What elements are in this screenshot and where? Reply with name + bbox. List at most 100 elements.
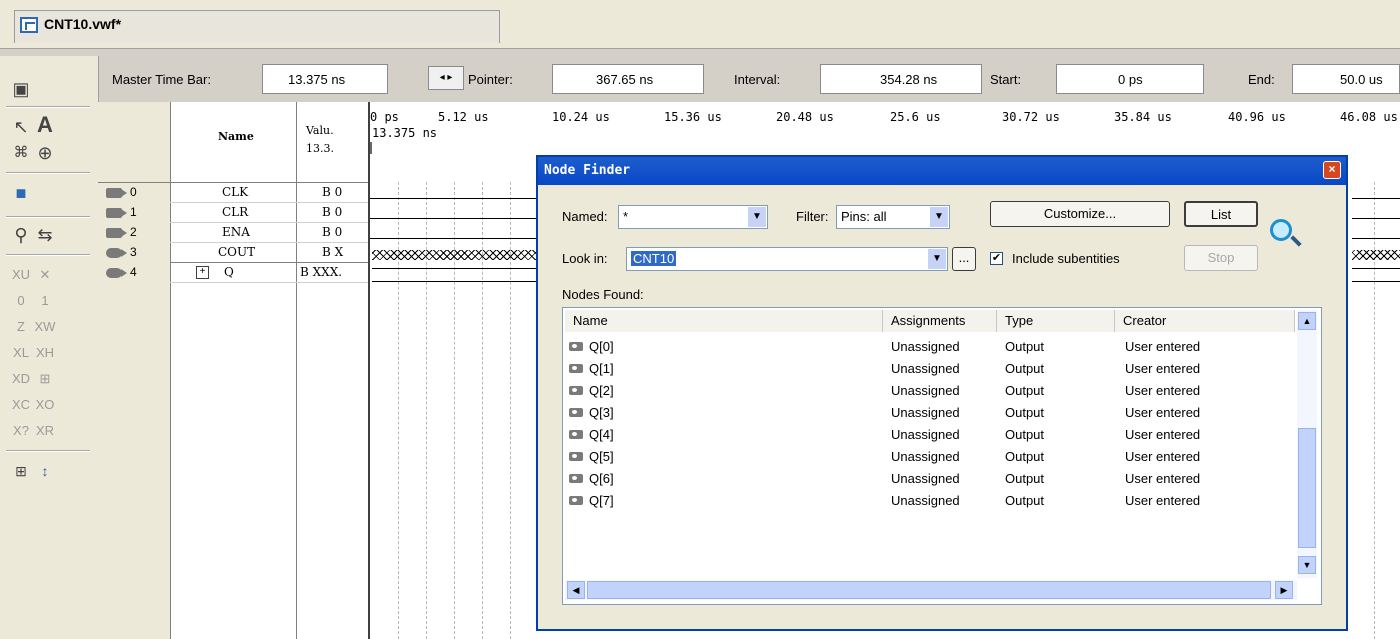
ena-waveform-right <box>1352 238 1400 239</box>
clock-value-icon: XO <box>35 397 55 412</box>
column-header-type[interactable]: Type <box>997 310 1115 332</box>
output-pin-icon <box>569 474 583 483</box>
customize-button[interactable]: Customize... <box>990 201 1170 227</box>
expand-bus-icon[interactable]: + <box>196 266 209 279</box>
time-tick: 25.6 us <box>890 110 941 124</box>
pointer-label: Pointer: <box>468 72 513 87</box>
column-header-assignments[interactable]: Assignments <box>883 310 997 332</box>
output-pin-icon <box>569 408 583 417</box>
time-tick: 0 ps <box>370 110 399 124</box>
end-label: End: <box>1248 72 1275 87</box>
node-row[interactable]: Q[4] Unassigned Output User entered <box>563 424 1295 446</box>
look-in-label: Look in: <box>562 251 608 266</box>
high-impedance-icon: Z <box>17 319 25 334</box>
list-button[interactable]: List <box>1184 201 1258 227</box>
sort-icon[interactable]: ↕ <box>34 460 56 482</box>
node-value: B 0 <box>322 225 343 239</box>
find-icon[interactable]: ⚲ <box>10 224 32 246</box>
vertical-scroll-thumb[interactable] <box>1298 428 1316 548</box>
time-tick: 35.84 us <box>1114 110 1172 124</box>
filter-combo[interactable]: Pins: all ▼ <box>836 205 950 229</box>
input-pin-icon <box>106 208 127 218</box>
waveform-edit-icon[interactable]: ⌘ <box>10 142 32 164</box>
node-name[interactable]: COUT <box>218 245 255 259</box>
random-value-icon: XR <box>35 423 55 438</box>
node-name[interactable]: CLK <box>222 185 248 199</box>
node-value: B 0 <box>322 185 343 199</box>
time-tick: 5.12 us <box>438 110 489 124</box>
forcing-low-icon: 0 <box>17 293 25 308</box>
weak-low-icon: XL <box>13 345 29 360</box>
cout-waveform <box>372 250 536 260</box>
stop-button: Stop <box>1184 245 1258 271</box>
chevron-down-icon[interactable]: ▼ <box>748 207 766 227</box>
close-icon[interactable]: × <box>1323 161 1341 179</box>
q-bus-waveform <box>372 268 536 282</box>
selection-tool-icon[interactable]: ↖ <box>10 116 32 138</box>
include-subentities-checkbox[interactable]: ✔ <box>990 252 1003 265</box>
search-icon-handle <box>1290 235 1302 247</box>
node-name[interactable]: ENA <box>222 225 250 239</box>
browse-button[interactable]: ... <box>952 247 976 271</box>
replace-icon[interactable]: ⇆ <box>34 224 56 246</box>
waveform-toolbar: ▣ ↖ A ⌘ ⊕ ■ ⚲ ⇆ XU ✕ 0 1 Z XW XL XH XD ⊞… <box>0 56 99 639</box>
chevron-down-icon[interactable]: ▼ <box>930 207 948 227</box>
clr-waveform-right <box>1352 218 1400 219</box>
nodes-found-list[interactable]: Name Assignments Type Creator Q[0] Unassi… <box>562 307 1322 605</box>
node-value: B X <box>322 245 344 259</box>
fullscreen-icon[interactable]: ■ <box>10 182 32 204</box>
nodes-found-label: Nodes Found: <box>562 287 644 302</box>
horizontal-scroll-thumb[interactable] <box>587 581 1271 599</box>
node-value: B 0 <box>322 205 343 219</box>
unknown-icon: ✕ <box>39 267 51 282</box>
scroll-right-icon[interactable]: ▶ <box>1275 581 1293 599</box>
q-bus-waveform-right <box>1352 268 1400 282</box>
uninitialized-icon: XU <box>11 267 31 282</box>
look-in-combo[interactable]: CNT10 ▼ <box>626 247 948 271</box>
weak-high-icon: XH <box>35 345 55 360</box>
master-marker-label: 13.375 ns <box>372 126 438 140</box>
text-tool-icon[interactable]: A <box>34 114 56 136</box>
scroll-up-icon[interactable]: ▲ <box>1298 312 1316 330</box>
named-label: Named: <box>562 209 608 224</box>
invert-icon: ⊞ <box>39 371 51 386</box>
clr-waveform <box>370 218 536 219</box>
node-row[interactable]: Q[3] Unassigned Output User entered <box>563 402 1295 424</box>
column-header-creator[interactable]: Creator <box>1115 310 1295 332</box>
start-label: Start: <box>990 72 1022 87</box>
scroll-down-icon[interactable]: ▼ <box>1298 556 1316 574</box>
node-row[interactable]: Q[1] Unassigned Output User entered <box>563 358 1295 380</box>
master-time-marker[interactable] <box>370 142 372 154</box>
master-time-bar-label: Master Time Bar: <box>112 72 211 87</box>
scroll-left-icon[interactable]: ◀ <box>567 581 585 599</box>
group-icon[interactable]: ⊞ <box>10 460 32 482</box>
zoom-icon[interactable]: ⊕ <box>34 142 56 164</box>
time-tick: 46.08 us <box>1340 110 1398 124</box>
time-tick: 15.36 us <box>664 110 722 124</box>
node-name[interactable]: CLR <box>222 205 248 219</box>
master-time-bar-value: 13.375 ns <box>288 72 346 87</box>
node-list-table: Name Valu. 13.3. 0 CLK B 0 1 CLR B 0 2 E… <box>98 102 368 639</box>
row-index: 0 <box>130 185 137 199</box>
node-name[interactable]: Q <box>224 265 234 279</box>
dialog-title-bar[interactable] <box>538 157 1346 185</box>
window-icon[interactable]: ▣ <box>10 78 32 100</box>
chevron-down-icon[interactable]: ▼ <box>928 249 946 269</box>
node-row[interactable]: Q[6] Unassigned Output User entered <box>563 468 1295 490</box>
forcing-high-icon: 1 <box>41 293 49 308</box>
output-pin-icon <box>569 342 583 351</box>
pointer-value: 367.65 ns <box>596 72 654 87</box>
named-value: * <box>623 209 629 224</box>
node-row[interactable]: Q[0] Unassigned Output User entered <box>563 336 1295 358</box>
column-header-name[interactable]: Name <box>565 310 883 332</box>
node-value: B XXX. <box>300 265 343 279</box>
output-pin-icon <box>106 248 127 258</box>
interval-value: 354.28 ns <box>880 72 938 87</box>
named-combo[interactable]: * ▼ <box>618 205 768 229</box>
dont-care-icon: XD <box>11 371 31 386</box>
look-in-value: CNT10 <box>631 251 677 266</box>
node-row[interactable]: Q[5] Unassigned Output User entered <box>563 446 1295 468</box>
node-row[interactable]: Q[7] Unassigned Output User entered <box>563 490 1295 512</box>
node-row[interactable]: Q[2] Unassigned Output User entered <box>563 380 1295 402</box>
time-bar-nudge-buttons[interactable]: ◂ ▸ <box>428 66 464 90</box>
